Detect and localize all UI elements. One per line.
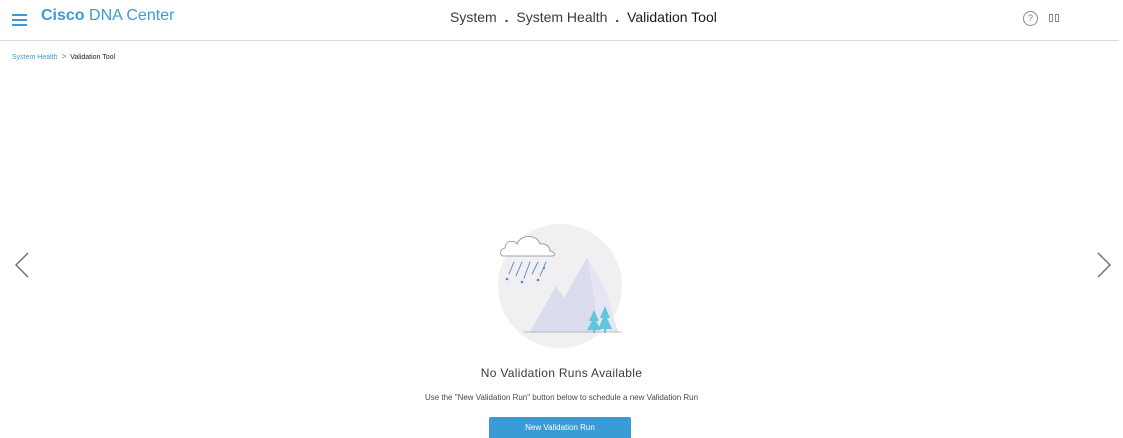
brand-name-bold: Cisco [41, 7, 85, 24]
heading-part-system-health: System Health [516, 9, 608, 25]
chevron-right-icon[interactable] [1096, 252, 1112, 278]
breadcrumb-system-health-link[interactable]: System Health [12, 54, 58, 61]
heading-separator: . [615, 9, 620, 25]
heading-current-page: Validation Tool [627, 9, 717, 25]
breadcrumb-current: Validation Tool [70, 54, 116, 61]
heading-separator: . [504, 9, 509, 25]
menu-icon[interactable] [12, 13, 27, 26]
empty-state-title: No Validation Runs Available [480, 366, 643, 380]
heading-part-system: System [450, 9, 497, 25]
page-heading: System . System Health . Validation Tool [450, 9, 717, 25]
empty-state-description: Use the "New Validation Run" button belo… [424, 393, 699, 402]
new-validation-run-button[interactable]: New Validation Run [489, 417, 631, 438]
breadcrumb: System Health > Validation Tool [12, 52, 115, 62]
chevron-left-icon[interactable] [14, 252, 30, 278]
panel-toggle-icon[interactable] [1049, 14, 1063, 23]
help-icon[interactable]: ? [1023, 11, 1038, 26]
app-brand[interactable]: Cisco DNA Center [41, 7, 174, 25]
brand-name-rest: DNA Center [84, 7, 175, 24]
breadcrumb-separator: > [61, 52, 67, 61]
cloud-rain-mountains-illustration [498, 224, 622, 348]
top-navigation-bar: Cisco DNA Center System . System Health … [0, 0, 1119, 41]
